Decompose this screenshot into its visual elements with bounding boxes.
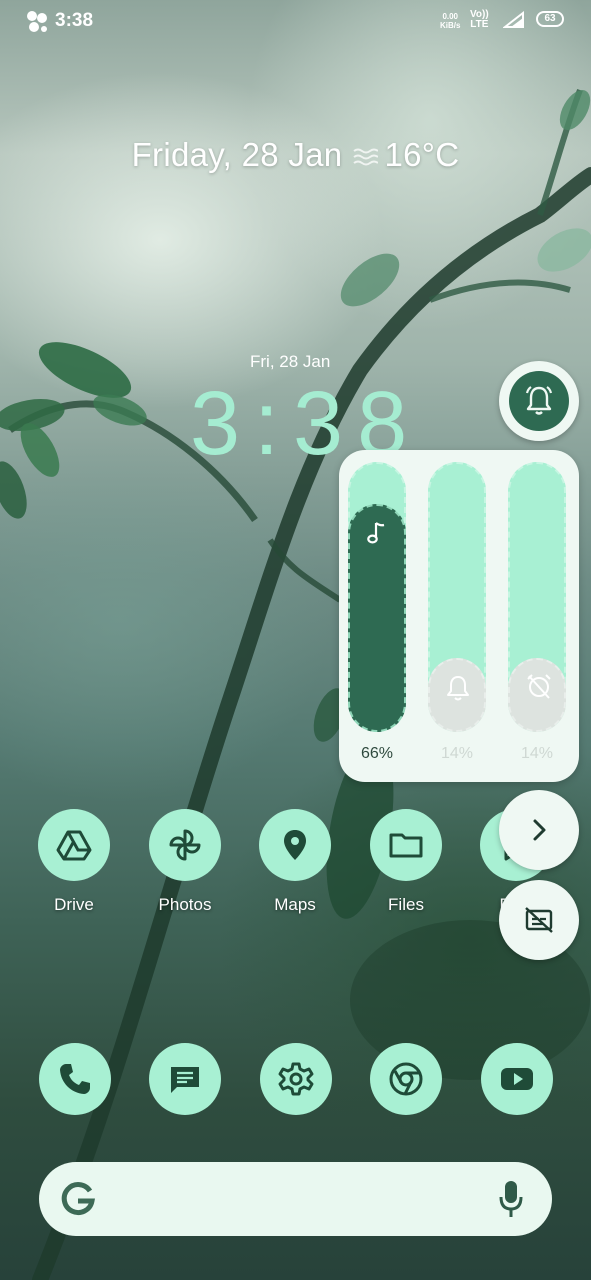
status-bar: 3:38 0.00 KiB/s Vo)) LTE 63 <box>0 0 591 44</box>
chevron-right-icon <box>533 819 546 841</box>
media-volume-slider[interactable] <box>348 462 406 732</box>
messages-icon <box>171 1067 199 1093</box>
phone-icon <box>60 1064 90 1094</box>
app-label: Drive <box>54 895 94 914</box>
bell-icon <box>525 386 553 415</box>
dock-youtube[interactable] <box>481 1043 553 1115</box>
app-label: Maps <box>274 895 316 914</box>
date-text: Friday, 28 Jan <box>131 136 343 173</box>
google-g-icon <box>61 1182 95 1216</box>
alarm-volume-slider[interactable] <box>508 462 566 732</box>
alarm-volume-fill <box>508 658 566 732</box>
map-pin-icon <box>284 830 306 860</box>
battery-indicator: 63 <box>536 11 564 27</box>
music-note-icon <box>367 522 385 544</box>
folder-icon <box>389 833 423 858</box>
alarm-volume-label: 14% <box>520 745 554 762</box>
app-photos[interactable]: Photos <box>130 809 240 915</box>
dock-chrome[interactable] <box>370 1043 442 1115</box>
google-search-bar[interactable]: G <box>39 1162 552 1236</box>
ring-volume-fill <box>428 658 486 732</box>
app-label: Photos <box>158 895 212 914</box>
dock-messages[interactable] <box>149 1043 221 1115</box>
alarm-off-icon <box>527 674 551 699</box>
chrome-icon <box>389 1062 423 1096</box>
app-label: Files <box>388 895 424 914</box>
dock-settings[interactable] <box>260 1043 332 1115</box>
youtube-icon <box>501 1068 533 1090</box>
volume-expand-button[interactable] <box>499 790 579 870</box>
drive-icon <box>56 830 92 861</box>
media-volume-fill <box>348 503 406 732</box>
volume-panel: 66% 14% 14% <box>339 450 579 782</box>
captions-off-icon <box>525 907 553 933</box>
volte-indicator: Vo)) LTE <box>470 9 489 30</box>
media-volume-label: 66% <box>360 745 394 762</box>
fog-icon <box>353 148 379 166</box>
ring-volume-label: 14% <box>440 745 474 762</box>
pinwheel-icon <box>169 829 201 861</box>
app-maps[interactable]: Maps <box>240 809 350 915</box>
dock-phone[interactable] <box>39 1043 111 1115</box>
app-notification-icon <box>27 11 47 32</box>
net-speed: 0.00 KiB/s <box>440 12 461 30</box>
mic-icon[interactable] <box>498 1179 524 1219</box>
status-time: 3:38 <box>55 10 94 31</box>
settings-icon <box>278 1062 314 1096</box>
ring-volume-slider[interactable] <box>428 462 486 732</box>
app-files[interactable]: Files <box>351 809 461 915</box>
live-caption-button[interactable] <box>499 880 579 960</box>
signal-icon <box>503 11 524 28</box>
date-weather-line[interactable]: Friday, 28 Jan 16°C <box>0 136 591 174</box>
bell-icon <box>447 676 469 701</box>
app-drive[interactable]: Drive <box>19 809 129 915</box>
ringer-mode-button[interactable] <box>499 361 579 441</box>
clock-widget-date: Fri, 28 Jan <box>250 352 331 371</box>
temperature-text: 16°C <box>384 136 460 173</box>
